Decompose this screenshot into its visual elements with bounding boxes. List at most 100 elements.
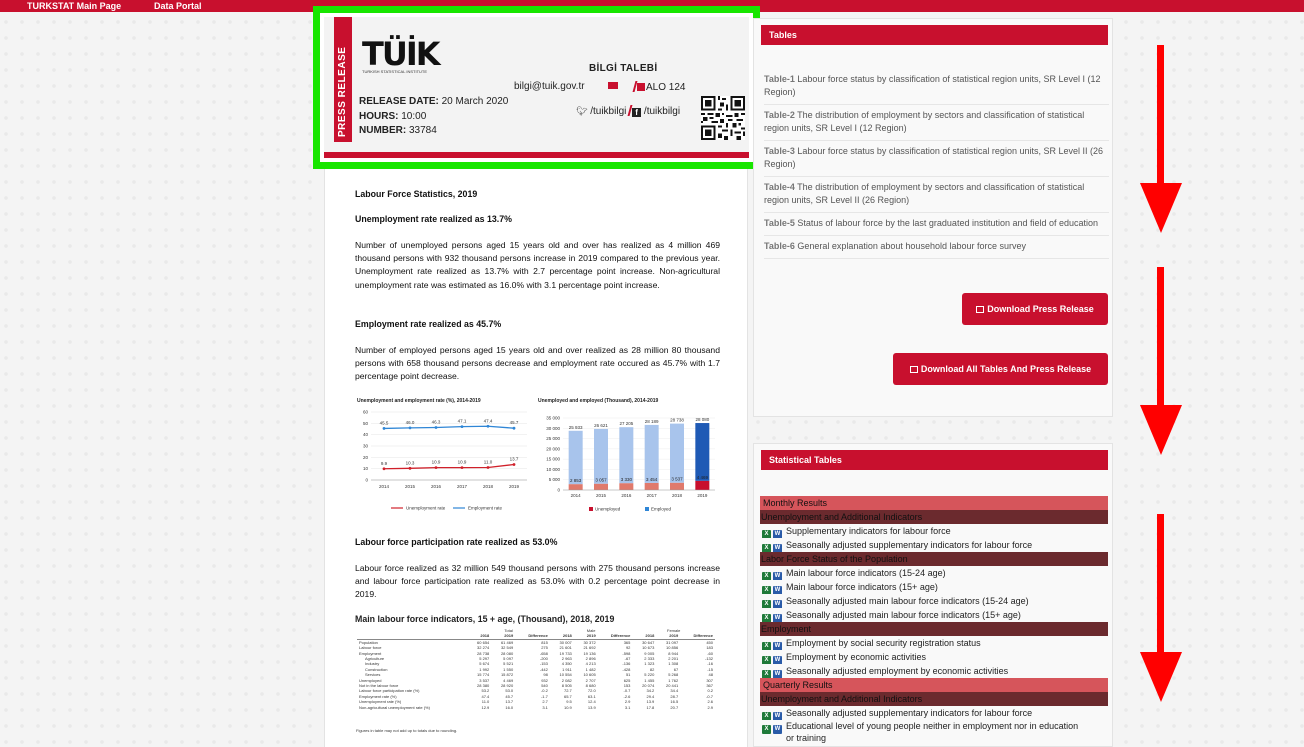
excel-icon[interactable]: X: [762, 544, 771, 552]
stat-table-item[interactable]: X W Main labour force indicators (15-24 ag…: [760, 566, 1108, 580]
download-press-release-button[interactable]: Download Press Release: [962, 293, 1108, 325]
word-icon[interactable]: W: [773, 530, 782, 538]
section-header: Unemployment and Additional Indicators: [760, 510, 1108, 524]
word-icon[interactable]: W: [773, 586, 782, 594]
data-label: 47.4: [484, 418, 493, 423]
y-tick-label: 20: [363, 455, 369, 460]
statistical-tables-title: Statistical Tables: [761, 450, 1108, 470]
scroll-down-arrow-icon: [1140, 514, 1182, 702]
logo-mark: TÜİK: [362, 35, 441, 73]
facebook-handle[interactable]: /tuikbilgi: [644, 106, 680, 117]
alo-number: ALO 124: [646, 82, 686, 93]
nav-link-data-portal[interactable]: Data Portal: [154, 1, 202, 11]
paragraph-participation: Labour force realized as 32 million 549 …: [355, 562, 720, 602]
legend-swatch: [645, 507, 649, 511]
tables-panel-title: Tables: [761, 25, 1108, 45]
word-icon[interactable]: W: [773, 712, 782, 720]
word-icon[interactable]: W: [773, 614, 782, 622]
excel-icon[interactable]: X: [762, 530, 771, 538]
info-request-title: BİLGİ TALEBİ: [589, 63, 658, 74]
legend-label: Employment rate: [468, 506, 503, 511]
word-icon[interactable]: W: [773, 600, 782, 608]
release-number: NUMBER: 33784: [359, 125, 437, 136]
stat-table-label: Educational level of young people neithe…: [786, 721, 1079, 743]
table-link[interactable]: Table-4 The distribution of employment b…: [764, 177, 1109, 213]
release-hours-label: HOURS:: [359, 111, 399, 122]
data-point: [382, 467, 386, 471]
qr-code-icon: [701, 96, 745, 140]
data-label: 13.7: [510, 456, 519, 461]
section-heading: Labour force participation rate realized…: [355, 537, 558, 547]
y-tick-label: 0: [557, 488, 560, 493]
stat-table-item[interactable]: X W Seasonally adjusted main labour force …: [760, 608, 1108, 622]
word-icon[interactable]: W: [773, 642, 782, 650]
section-employment: Employment rate realized as 45.7%: [355, 318, 720, 331]
table-description: The distribution of employment by sector…: [764, 182, 1085, 205]
table-footnote: Figures in table may not add up to total…: [356, 728, 458, 733]
data-label: 28 189: [645, 419, 659, 424]
alo-hotline: ALO 124: [632, 81, 686, 93]
stat-table-item[interactable]: X W Main labour force indicators (15+ age): [760, 580, 1108, 594]
y-tick-label: 30 000: [546, 426, 560, 431]
word-icon[interactable]: W: [773, 572, 782, 580]
excel-icon[interactable]: X: [762, 656, 771, 664]
press-release-header: PRESS RELEASE TÜİK TURKISH STATISTICAL I…: [324, 17, 749, 158]
table-link[interactable]: Table-3 Labour force status by classific…: [764, 141, 1109, 177]
excel-icon[interactable]: X: [762, 712, 771, 720]
stat-table-item[interactable]: X W Seasonally adjusted supplementary indi…: [760, 538, 1108, 552]
data-label: 47.1: [458, 419, 467, 424]
table-cell: 2.9: [707, 704, 713, 710]
stat-table-item[interactable]: X W Seasonally adjusted supplementary indi…: [760, 706, 1108, 720]
y-tick-label: 25 000: [546, 436, 560, 441]
paragraph-unemployment: Number of unemployed persons aged 15 yea…: [355, 239, 720, 292]
data-label: 2 853: [570, 478, 582, 483]
excel-icon[interactable]: X: [762, 572, 771, 580]
section-header: Quarterly Results: [760, 678, 1108, 692]
word-icon[interactable]: W: [773, 670, 782, 678]
excel-icon[interactable]: X: [762, 642, 771, 650]
section-header: Monthly Results: [760, 496, 1108, 510]
twitter-handle[interactable]: /tuikbilgi: [590, 106, 626, 117]
release-hours: HOURS: 10:00: [359, 111, 426, 122]
release-number-label: NUMBER:: [359, 125, 407, 136]
word-icon[interactable]: W: [773, 656, 782, 664]
stat-table-item[interactable]: X W Seasonally adjusted employment by econ…: [760, 664, 1108, 678]
table-code: Table-6: [764, 241, 795, 251]
excel-icon[interactable]: X: [762, 725, 771, 734]
x-tick-label: 2016: [431, 484, 442, 489]
stat-table-item[interactable]: X W Employment by social security registra…: [760, 636, 1108, 650]
download-icon: [976, 306, 985, 313]
table-link[interactable]: Table-6 General explanation about househ…: [764, 236, 1109, 259]
tables-panel: Tables Table-1 Labour force status by cl…: [753, 18, 1113, 417]
table-link[interactable]: Table-1 Labour force status by classific…: [764, 69, 1109, 105]
data-point: [512, 426, 516, 430]
table-icon: [909, 366, 918, 373]
table-cell: 13.9: [587, 704, 596, 710]
download-all-button[interactable]: Download All Tables And Press Release: [893, 353, 1108, 385]
table-description: General explanation about household labo…: [794, 241, 1026, 251]
table-link[interactable]: Table-5 Status of labour force by the la…: [764, 213, 1109, 236]
data-point: [434, 426, 438, 429]
release-number-value: 33784: [409, 125, 437, 136]
table-description: The distribution of employment by sector…: [764, 110, 1085, 133]
excel-icon[interactable]: X: [762, 614, 771, 622]
data-label: 11.0: [484, 460, 493, 465]
nav-link-main-page[interactable]: TURKSTAT Main Page: [27, 1, 121, 11]
press-release-ribbon: PRESS RELEASE: [334, 17, 352, 142]
y-tick-label: 60: [363, 410, 369, 415]
info-email[interactable]: bilgi@tuik.gov.tr: [514, 81, 585, 92]
x-tick-label: 2016: [621, 493, 632, 498]
y-tick-label: 0: [365, 478, 368, 483]
word-icon[interactable]: W: [773, 725, 782, 734]
stat-table-item[interactable]: X W Employment by economic activities: [760, 650, 1108, 664]
excel-icon[interactable]: X: [762, 670, 771, 678]
word-icon[interactable]: W: [773, 544, 782, 552]
table-link[interactable]: Table-2 The distribution of employment b…: [764, 105, 1109, 141]
excel-icon[interactable]: X: [762, 600, 771, 608]
excel-icon[interactable]: X: [762, 586, 771, 594]
x-tick-label: 2015: [405, 484, 416, 489]
stat-table-item[interactable]: X W Supplementary indicators for labour fo…: [760, 524, 1108, 538]
legend-label: Employed: [651, 507, 672, 512]
stat-table-item[interactable]: X W Educational level of young people neit…: [760, 720, 1108, 747]
stat-table-item[interactable]: X W Seasonally adjusted main labour force …: [760, 594, 1108, 608]
